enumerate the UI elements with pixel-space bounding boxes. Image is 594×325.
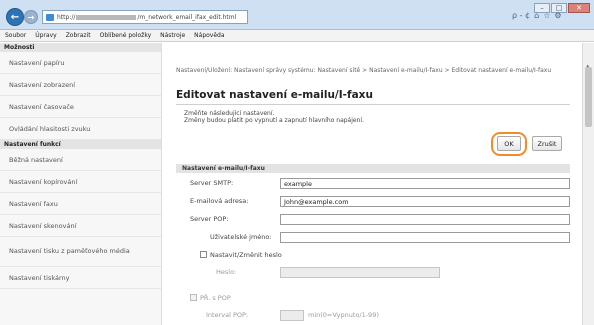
pop-input[interactable] [280,214,570,225]
email-row: E-mailová adresa: John@example.com [176,194,570,209]
menu-nastroje[interactable]: Nástroje [160,32,185,39]
address-redacted [76,15,137,20]
sidebar-item-copy[interactable]: Nastavení kopírování [0,171,161,193]
restart-note: Změny budou platit po vypnutí a zapnutí … [184,117,364,124]
page-icon [46,14,54,21]
pop-before-smtp-checkbox[interactable] [190,294,197,301]
menu-bar: Soubor Úpravy Zobrazit Oblíbené položky … [0,30,594,42]
password-row: Heslo: [176,265,570,280]
scrollbar-thumb[interactable] [585,67,592,127]
address-prefix: http:// [57,14,76,21]
gear-icon[interactable]: ⚙ [554,11,561,20]
browser-titlebar: – □ ✕ ← → http:///m_network_email_ifax_e… [0,0,594,30]
email-label: E-mailová adresa: [190,197,249,205]
menu-soubor[interactable]: Soubor [5,32,26,39]
pop-interval-label: Interval POP: [206,311,249,319]
ok-button[interactable]: OK [497,136,521,151]
set-password-row: Nastavit/Změnit heslo [176,248,570,263]
page-title: Editovat nastavení e-mailu/I-faxu [176,89,373,101]
cancel-button[interactable]: Zrušit [532,136,562,151]
password-input[interactable] [280,267,440,278]
arrow-left-icon: ← [10,11,20,23]
username-input[interactable] [280,232,570,243]
pop-interval-row: Interval POP: min(0=Vypnuto/1-99) [176,308,570,323]
password-label: Heslo: [216,268,237,276]
arrow-right-icon: → [27,12,35,22]
menu-upravy[interactable]: Úpravy [35,32,56,39]
instruction-text: Změňte následující nastavení. [184,110,275,117]
pop-label: Server POP: [190,215,229,223]
email-input[interactable]: John@example.com [280,196,570,207]
home-icon[interactable]: ⌂ [534,11,539,20]
breadcrumb: Nastavení/Uložení: Nastavení správy syst… [176,67,552,74]
pop-row: Server POP: [176,212,570,227]
forward-button[interactable]: → [24,10,38,24]
title-divider [176,104,570,105]
pop-before-smtp-label: PŘ. s POP [200,294,231,302]
sidebar-section-functions: Nastavení funkcí [0,140,161,149]
set-password-label: Nastavit/Změnit heslo [210,251,282,259]
sidebar-item-timer[interactable]: Nastavení časovače [0,96,161,118]
username-label: Uživatelské jméno: [210,233,272,241]
sidebar-item-volume[interactable]: Ovládání hlasitosti zvuku [0,118,161,140]
set-password-checkbox[interactable] [200,251,207,258]
address-bar[interactable]: http:// /m_network_email_ifax_edit.html [42,10,248,24]
username-row: Uživatelské jméno: [176,230,570,245]
sidebar-item-printer[interactable]: Nastavení tiskárny [0,267,161,289]
back-button[interactable]: ← [6,8,24,26]
sidebar-item-media-print[interactable]: Nastavení tisku z paměťového média [0,237,161,267]
pop-interval-input[interactable] [280,310,304,321]
search-refresh-icons[interactable]: ρ - ¢ [512,11,530,20]
sidebar: Možnosti Nastavení papíru Nastavení zobr… [0,43,162,325]
smtp-label: Server SMTP: [190,179,234,187]
smtp-row: Server SMTP: example [176,176,570,191]
sidebar-item-common[interactable]: Běžná nastavení [0,149,161,171]
smtp-input[interactable]: example [280,178,570,189]
sidebar-item-scan[interactable]: Nastavení skenování [0,215,161,237]
address-tools: ρ - ¢ ⌂ ☆ ⚙ [512,11,562,20]
vertical-scrollbar[interactable]: ▲ [582,43,594,325]
pop-before-smtp-row: PŘ. s POP [176,291,570,306]
sidebar-item-paper[interactable]: Nastavení papíru [0,52,161,74]
close-button[interactable]: ✕ [568,3,590,13]
main-content: Nastavení/Uložení: Nastavení správy syst… [170,43,580,325]
menu-zobrazit[interactable]: Zobrazit [66,32,91,39]
favorites-star-icon[interactable]: ☆ [543,11,550,20]
sidebar-item-fax[interactable]: Nastavení faxu [0,193,161,215]
section-header: Nastavení e-mailu/I-faxu [176,164,570,173]
pop-interval-unit: min(0=Vypnuto/1-99) [308,311,379,319]
address-tail: /m_network_email_ifax_edit.html [137,14,237,21]
sidebar-item-display[interactable]: Nastavení zobrazení [0,74,161,96]
menu-oblibene[interactable]: Oblíbené položky [100,32,152,39]
menu-napoveda[interactable]: Nápověda [194,32,224,39]
sidebar-section-moznosti: Možnosti [0,43,161,52]
